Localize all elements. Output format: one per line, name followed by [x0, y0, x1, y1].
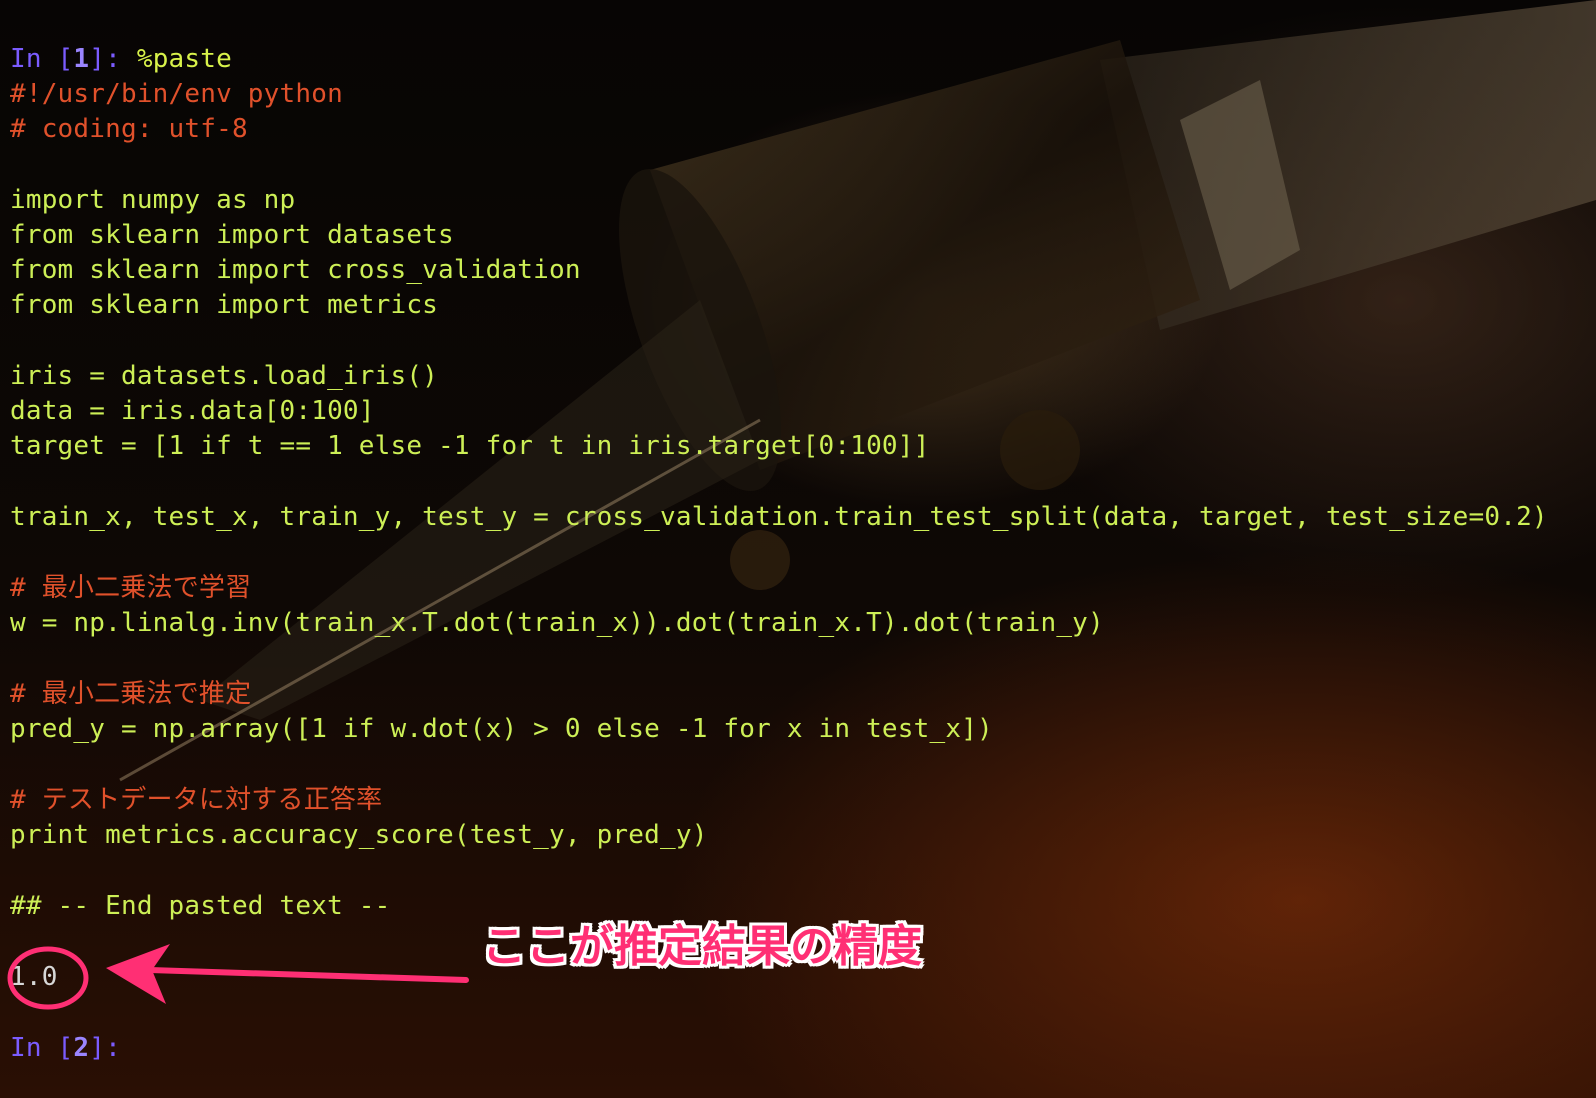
arrow-shaft — [147, 967, 469, 983]
annotation-label: ここが推定結果の精度 — [482, 921, 922, 972]
terminal-window[interactable]: In [1]: %paste #!/usr/bin/env python # c… — [0, 0, 1596, 1098]
highlight-circle — [7, 946, 89, 1010]
arrow-head-icon — [106, 944, 170, 1004]
